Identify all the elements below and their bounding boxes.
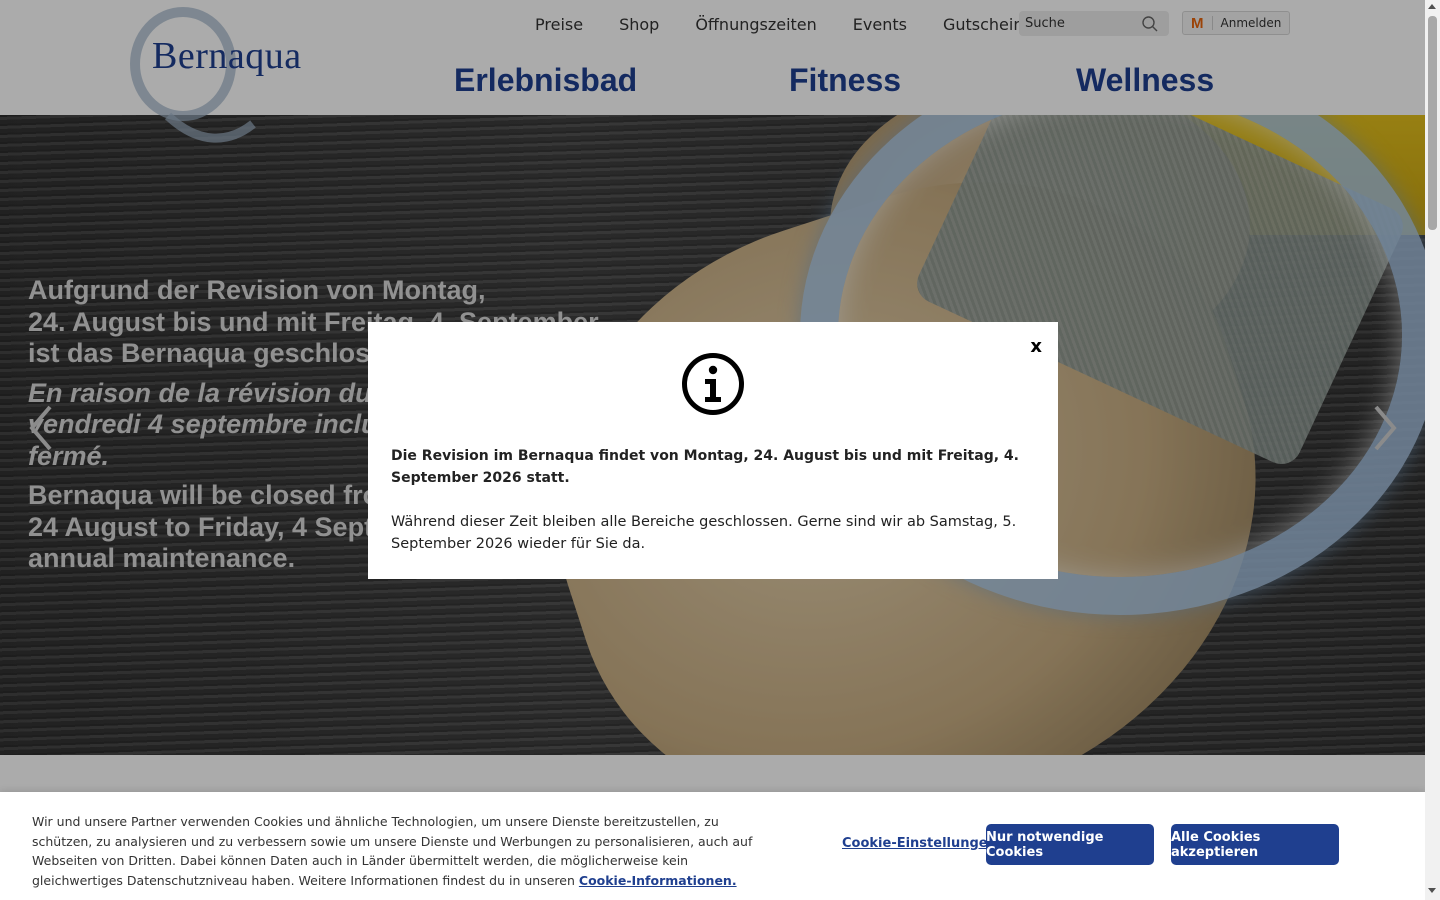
scroll-down-icon[interactable] bbox=[1428, 888, 1436, 893]
page-scrollbar[interactable] bbox=[1425, 0, 1440, 900]
info-modal: x Die Revision im Bernaqua findet von Mo… bbox=[368, 322, 1058, 579]
modal-title: Die Revision im Bernaqua findet von Mont… bbox=[391, 448, 1019, 486]
cookie-info-link[interactable]: Cookie-Informationen. bbox=[579, 873, 737, 888]
scroll-up-icon[interactable] bbox=[1428, 4, 1436, 9]
cookie-banner: Wir und unsere Partner verwenden Cookies… bbox=[0, 792, 1425, 900]
accept-all-cookies-button[interactable]: Alle Cookies akzeptieren bbox=[1171, 824, 1339, 865]
necessary-cookies-button[interactable]: Nur notwendige Cookies bbox=[986, 824, 1154, 865]
modal-body: Während dieser Zeit bleiben alle Bereich… bbox=[391, 514, 1017, 552]
info-icon bbox=[682, 353, 744, 415]
cookie-settings-link[interactable]: Cookie-Einstellungen bbox=[842, 836, 997, 851]
page: Bernaqua Preise Shop Öffnungszeiten Even… bbox=[0, 0, 1425, 900]
modal-close-button[interactable]: x bbox=[1030, 336, 1042, 357]
cookie-text: Wir und unsere Partner verwenden Cookies… bbox=[32, 812, 772, 890]
scrollbar-thumb[interactable] bbox=[1428, 16, 1437, 230]
